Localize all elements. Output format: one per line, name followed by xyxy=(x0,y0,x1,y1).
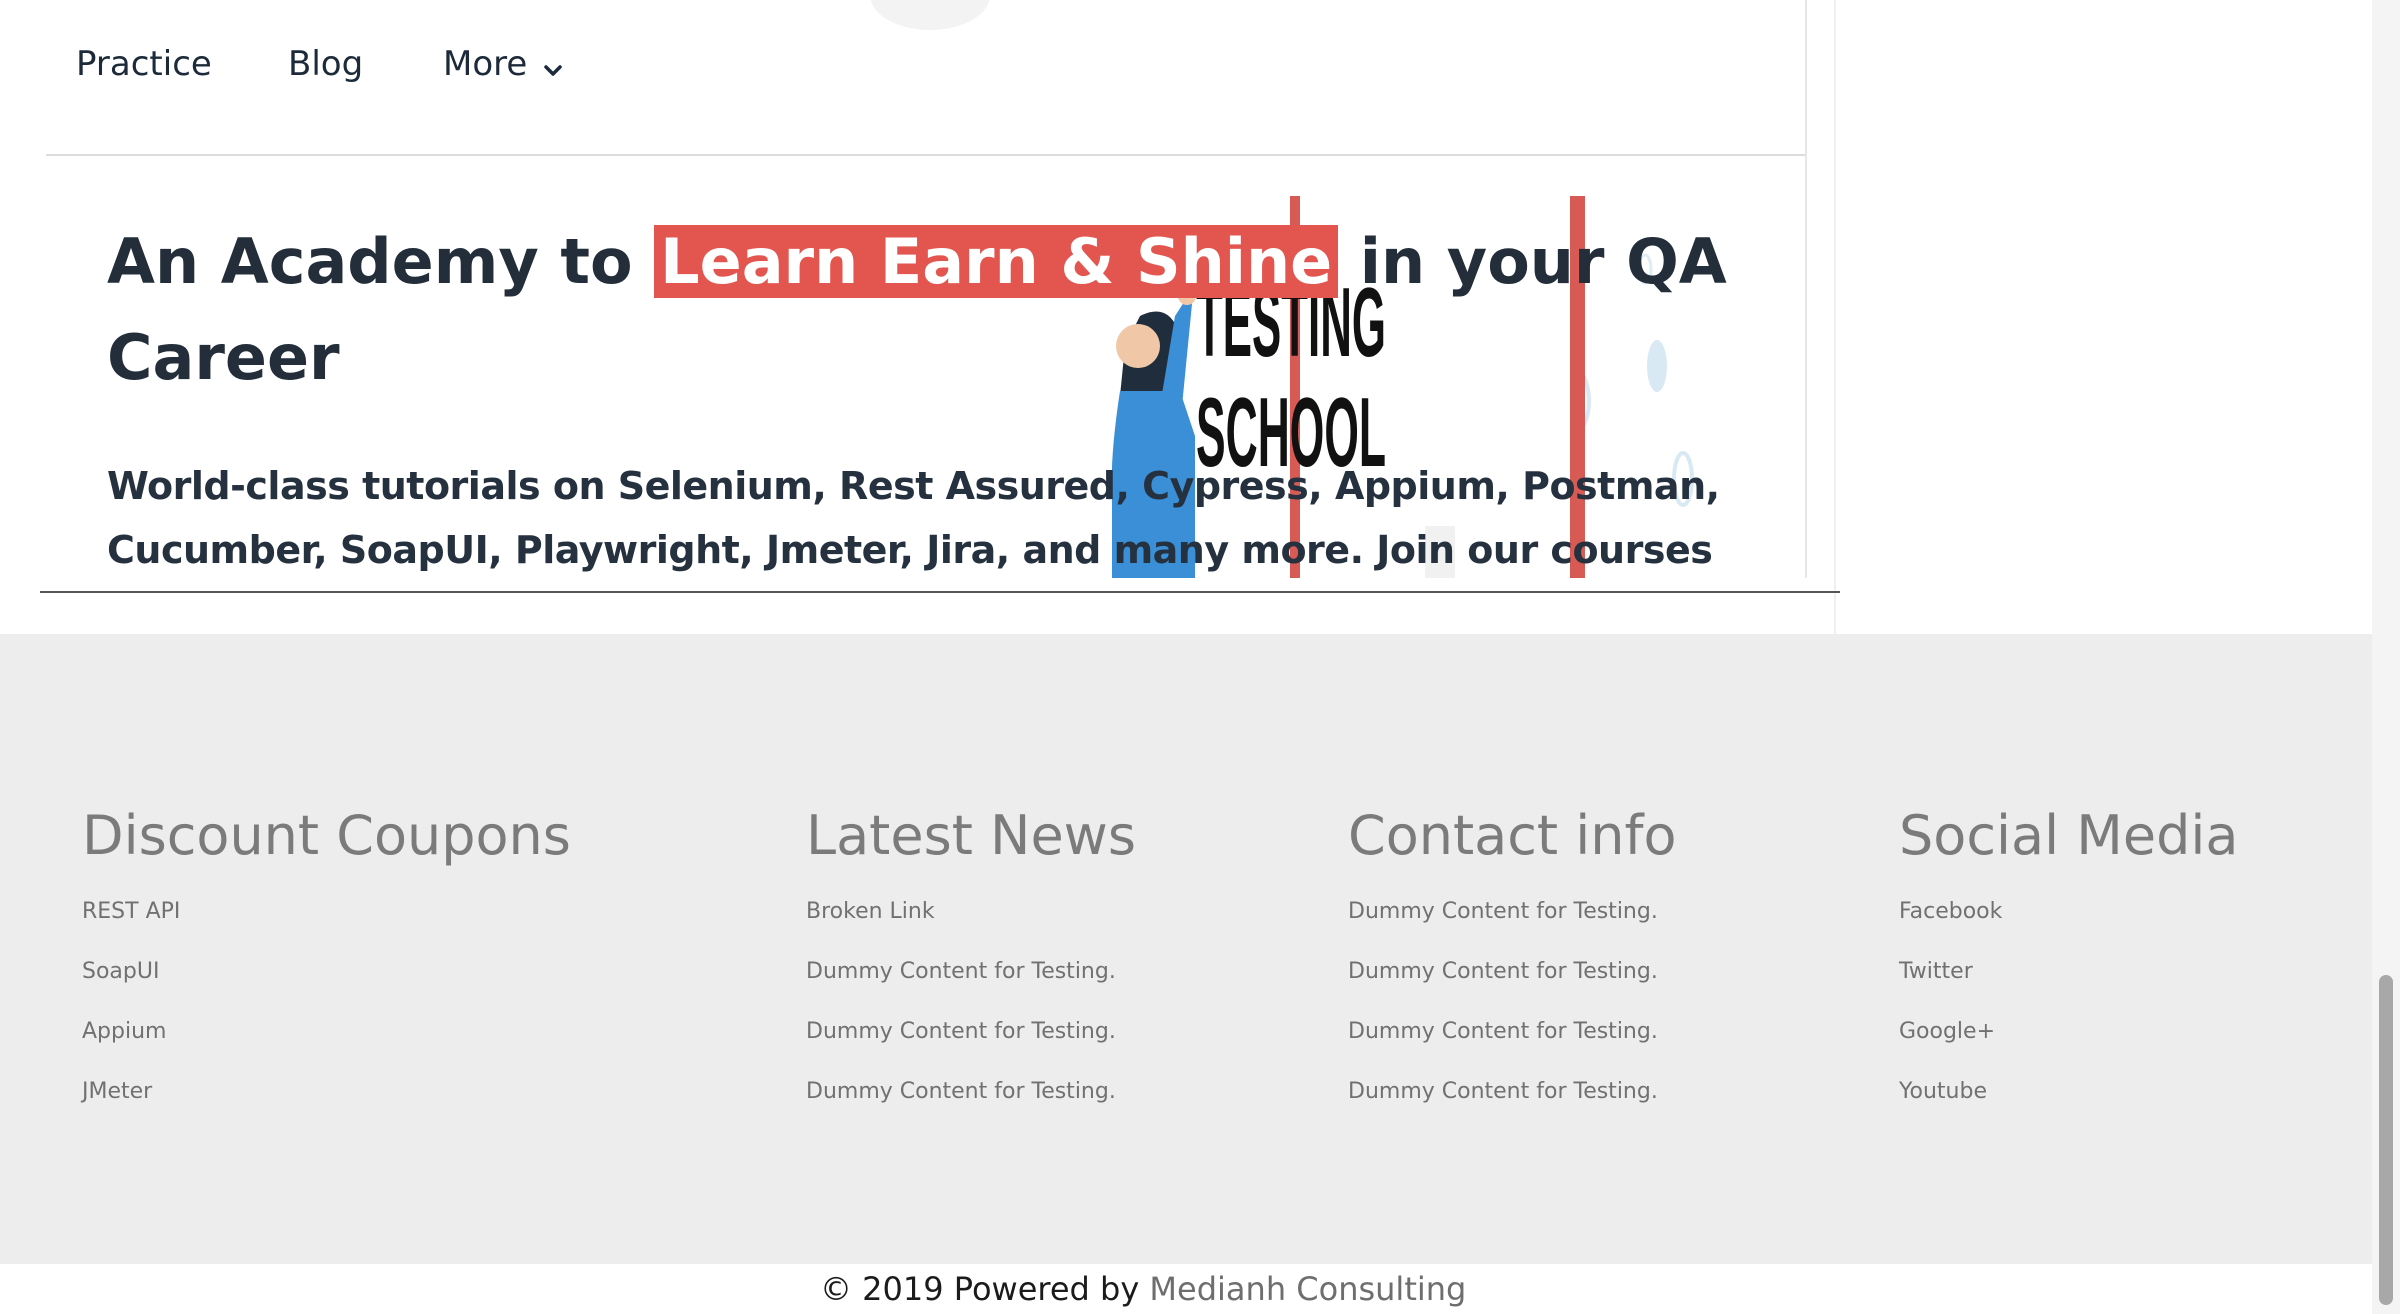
footer-link[interactable]: Google+ xyxy=(1899,1019,1995,1044)
headline-highlight: Learn Earn & Shine xyxy=(654,225,1339,298)
list-item: REST API xyxy=(82,899,571,959)
list-item: Dummy Content for Testing. xyxy=(1348,1079,1677,1139)
footer-column-title: Social Media xyxy=(1899,804,2239,867)
nav-practice-link[interactable]: Practice xyxy=(76,44,212,84)
footer-link[interactable]: Appium xyxy=(82,1019,166,1044)
list-item: JMeter xyxy=(82,1079,571,1139)
footer-link[interactable]: Dummy Content for Testing. xyxy=(806,959,1116,984)
list-item: Appium xyxy=(82,1019,571,1079)
copyright-bar: © 2019 Powered by Medianh Consulting xyxy=(0,1264,2372,1314)
footer-link[interactable]: Dummy Content for Testing. xyxy=(1348,1019,1658,1044)
list-item: Dummy Content for Testing. xyxy=(806,1019,1136,1079)
footer-link[interactable]: Dummy Content for Testing. xyxy=(1348,899,1658,924)
list-item: Facebook xyxy=(1899,899,2238,959)
hero-divider xyxy=(40,591,1840,593)
footer-link[interactable]: REST API xyxy=(82,899,180,924)
list-item: Dummy Content for Testing. xyxy=(1348,899,1677,959)
footer-link-list: Facebook Twitter Google+ Youtube xyxy=(1899,899,2238,1139)
footer-link[interactable]: Dummy Content for Testing. xyxy=(806,1079,1116,1104)
footer-link-list: Dummy Content for Testing. Dummy Content… xyxy=(1348,899,1677,1139)
copyright-prefix: © 2019 Powered by xyxy=(820,1270,1150,1308)
footer-link[interactable]: Youtube xyxy=(1899,1079,1987,1104)
footer: Discount Coupons REST API SoapUI Appium … xyxy=(0,634,2372,1264)
copyright-text: © 2019 Powered by Medianh Consulting xyxy=(820,1270,1466,1308)
page-top: Practice Blog More TESTING SCHOOL An Aca… xyxy=(0,0,2372,634)
top-nav: Practice Blog More xyxy=(0,0,1806,156)
footer-column-social-media: Social Media Facebook Twitter Google+ Yo… xyxy=(1899,804,2238,1139)
hero-section: TESTING SCHOOL An Academy to Learn Earn … xyxy=(0,156,1806,578)
footer-column-discount-coupons: Discount Coupons REST API SoapUI Appium … xyxy=(82,804,571,1139)
list-item: Broken Link xyxy=(806,899,1136,959)
hero-subtext: World-class tutorials on Selenium, Rest … xyxy=(107,464,1720,572)
footer-column-title: Contact info xyxy=(1348,804,1677,867)
vertical-scrollbar[interactable] xyxy=(2372,0,2400,1314)
footer-link[interactable]: Twitter xyxy=(1899,959,1973,984)
footer-link[interactable]: Dummy Content for Testing. xyxy=(806,1019,1116,1044)
scrollbar-thumb[interactable] xyxy=(2379,975,2393,1305)
sidebar-border xyxy=(1834,0,1836,634)
footer-link-list: Broken Link Dummy Content for Testing. D… xyxy=(806,899,1136,1139)
medianh-consulting-link[interactable]: Medianh Consulting xyxy=(1149,1270,1466,1308)
list-item: Dummy Content for Testing. xyxy=(1348,1019,1677,1079)
headline-prefix: An Academy to xyxy=(107,225,655,298)
nav-more-label: More xyxy=(443,44,528,84)
footer-column-latest-news: Latest News Broken Link Dummy Content fo… xyxy=(806,804,1136,1139)
footer-link[interactable]: Broken Link xyxy=(806,899,935,924)
footer-column-contact-info: Contact info Dummy Content for Testing. … xyxy=(1348,804,1677,1139)
list-item: Dummy Content for Testing. xyxy=(1348,959,1677,1019)
list-item: Dummy Content for Testing. xyxy=(806,959,1136,1019)
footer-link[interactable]: JMeter xyxy=(82,1079,152,1104)
list-item: Youtube xyxy=(1899,1079,2238,1139)
footer-column-title: Discount Coupons xyxy=(82,804,571,867)
nav-blog-link[interactable]: Blog xyxy=(288,44,363,84)
nav-more-dropdown[interactable]: More xyxy=(443,44,563,86)
chevron-down-icon xyxy=(543,46,563,86)
list-item: Google+ xyxy=(1899,1019,2238,1079)
list-item: SoapUI xyxy=(82,959,571,1019)
list-item: Twitter xyxy=(1899,959,2238,1019)
footer-link[interactable]: SoapUI xyxy=(82,959,159,984)
footer-link[interactable]: Facebook xyxy=(1899,899,2002,924)
footer-link[interactable]: Dummy Content for Testing. xyxy=(1348,1079,1658,1104)
footer-link-list: REST API SoapUI Appium JMeter xyxy=(82,899,571,1139)
footer-link[interactable]: Dummy Content for Testing. xyxy=(1348,959,1658,984)
list-item: Dummy Content for Testing. xyxy=(806,1079,1136,1139)
footer-column-title: Latest News xyxy=(806,804,1136,867)
hero-headline: An Academy to Learn Earn & Shine in your… xyxy=(107,214,1747,406)
